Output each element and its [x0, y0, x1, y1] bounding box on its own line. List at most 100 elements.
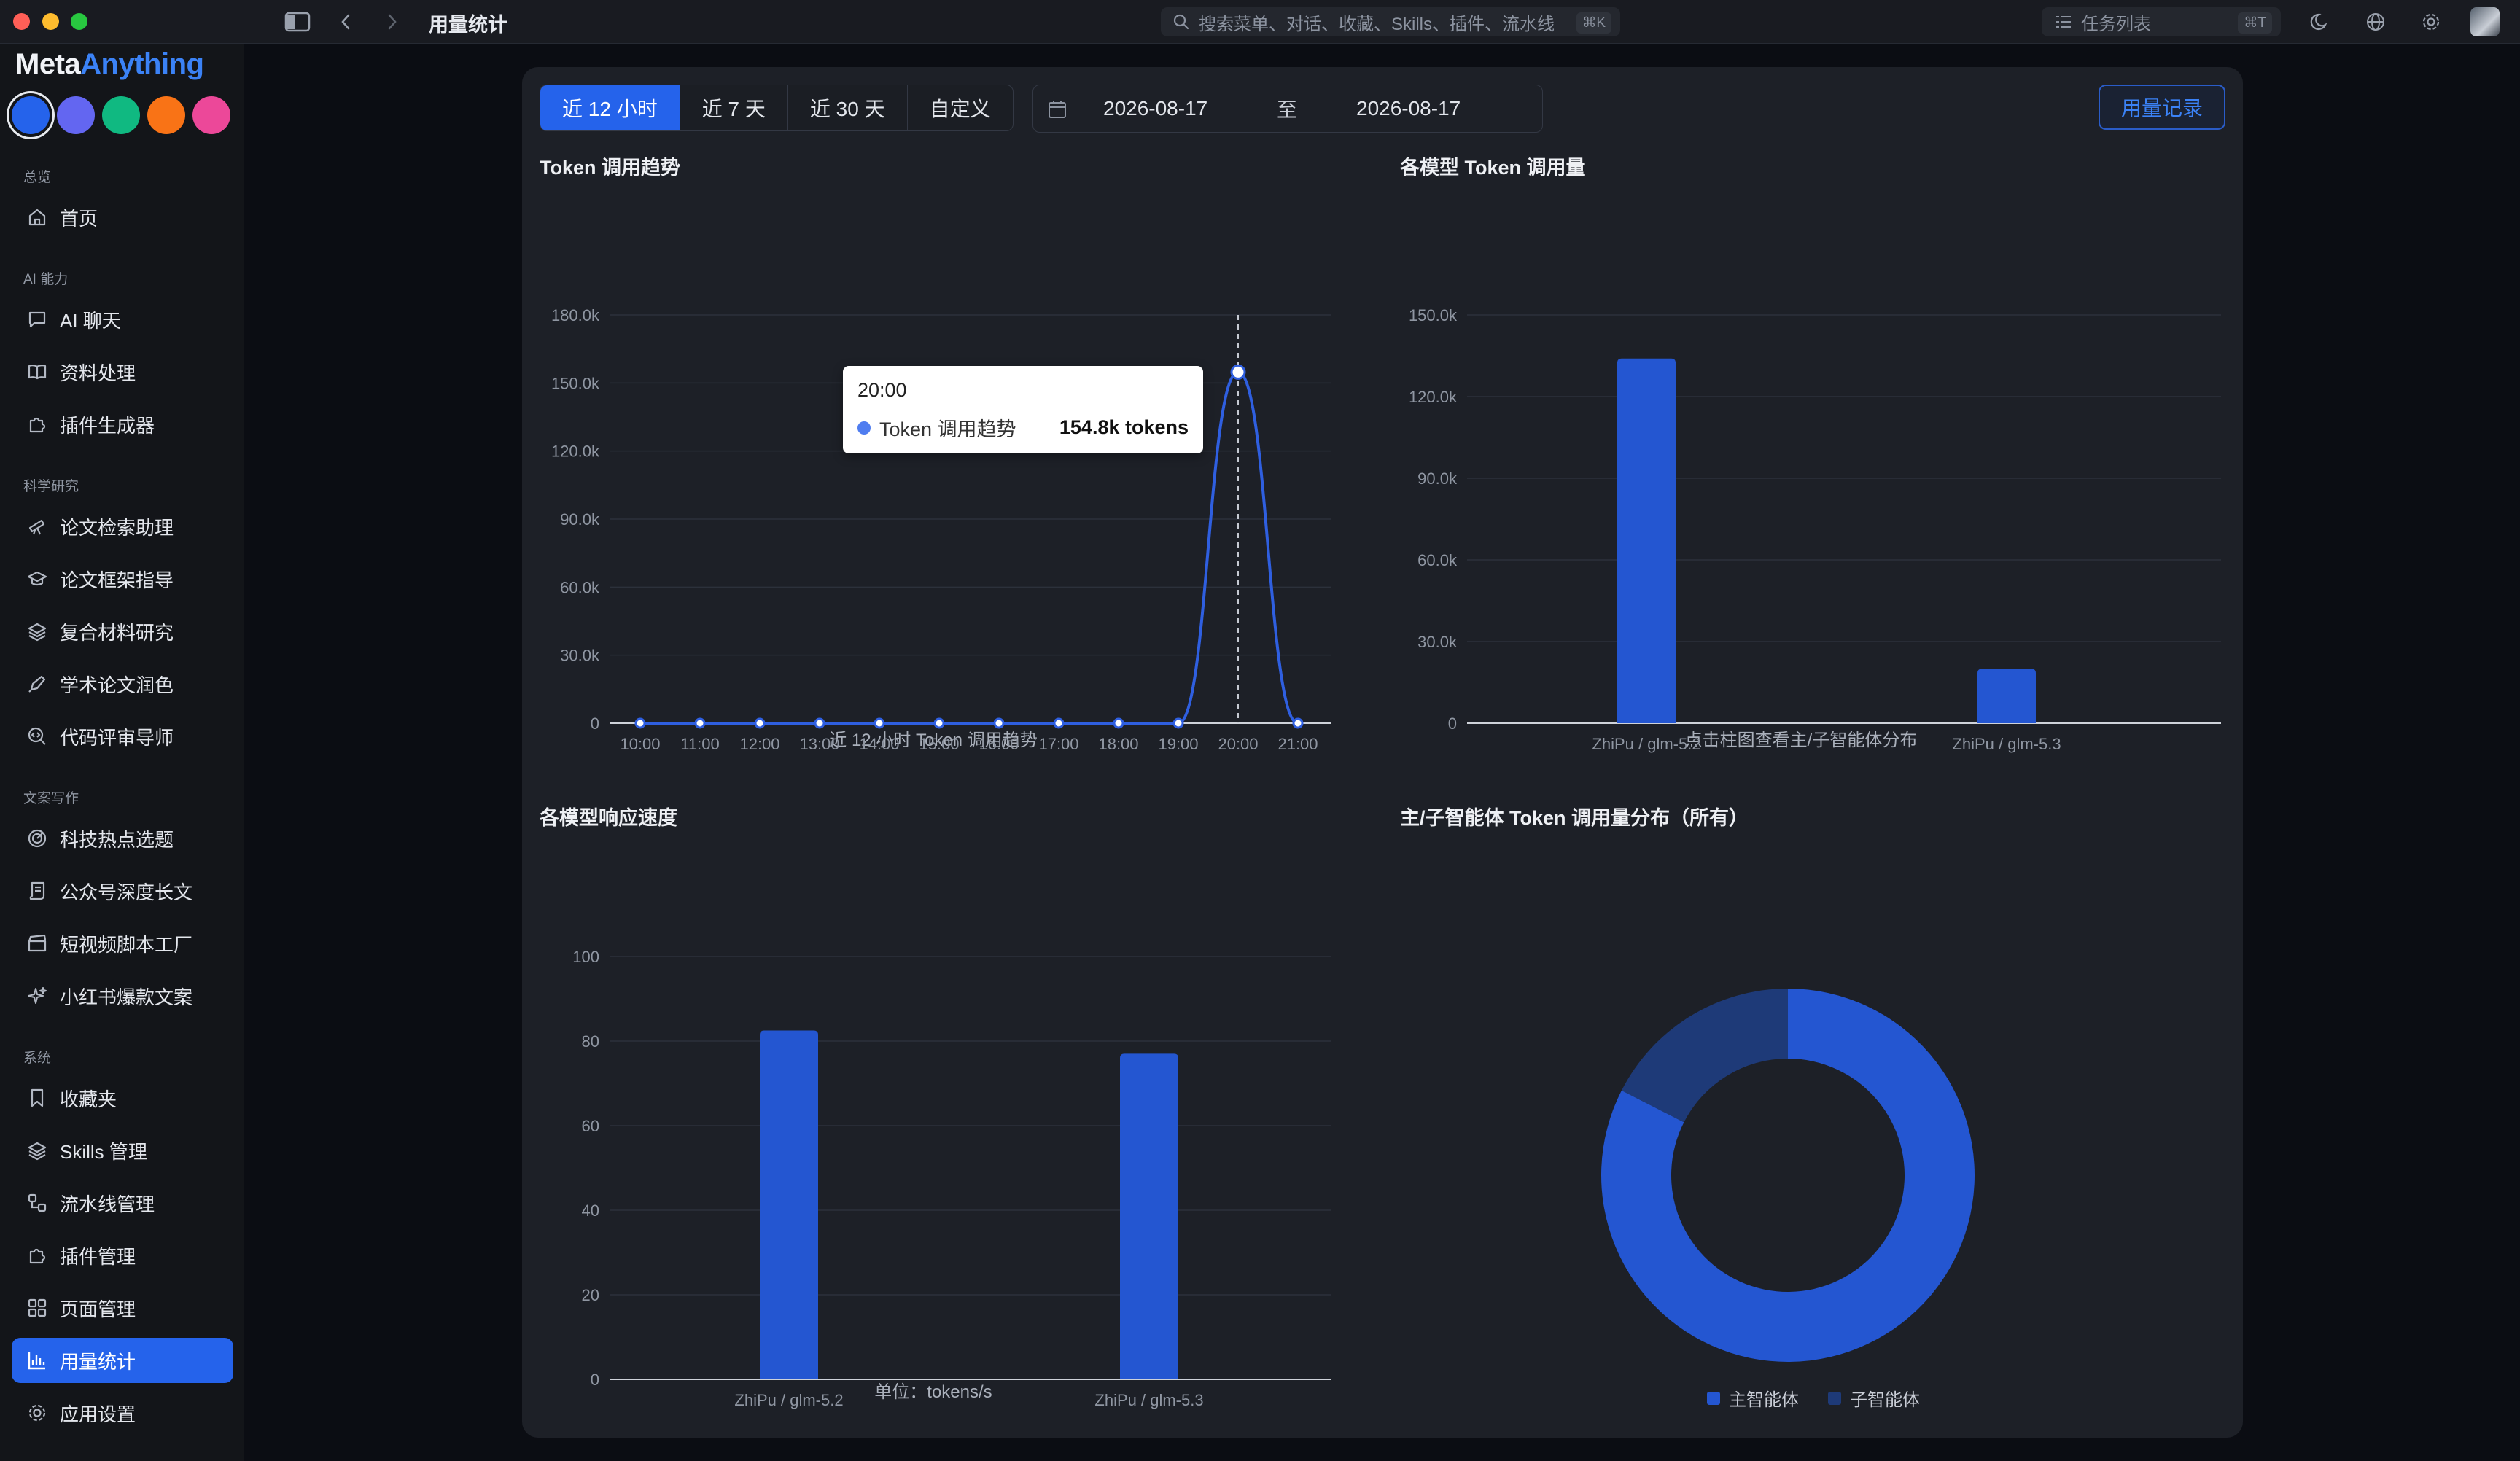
language-globe-icon[interactable] [2361, 7, 2390, 36]
sidebar-item-video-script[interactable]: 短视频脚本工厂 [12, 921, 233, 966]
y-tick-label: 60 [582, 1117, 599, 1135]
task-list-shortcut: ⌘T [2238, 12, 2272, 34]
close-window-button[interactable] [13, 13, 30, 30]
data-point [993, 717, 1005, 729]
dark-mode-icon[interactable] [2306, 7, 2335, 36]
date-from[interactable]: 2026-08-17 [1103, 97, 1208, 120]
x-tick-label: 11:00 [680, 735, 719, 753]
sidebar-item-paper-search[interactable]: 论文检索助理 [12, 504, 233, 549]
range-30d-button[interactable]: 近 30 天 [788, 85, 908, 130]
legend-item-sub-agent[interactable]: 子智能体 [1828, 1385, 1920, 1411]
model-speed-title: 各模型响应速度 [540, 807, 677, 829]
sidebar-item-composite-materials[interactable]: 复合材料研究 [12, 609, 233, 654]
usage-records-button[interactable]: 用量记录 [2099, 85, 2225, 130]
sidebar-item-favorites[interactable]: 收藏夹 [12, 1075, 233, 1121]
theme-swatch-indigo[interactable] [57, 96, 95, 134]
brand-logo: MetaAnything [15, 48, 204, 80]
bar [1978, 669, 2036, 723]
theme-color-picker [12, 96, 230, 134]
sidebar-item-usage-stats[interactable]: 用量统计 [12, 1338, 233, 1383]
theme-swatch-orange[interactable] [147, 96, 185, 134]
y-tick-label: 0 [591, 714, 599, 733]
data-point [1053, 717, 1065, 729]
sidebar-item-tech-topics[interactable]: 科技热点选题 [12, 816, 233, 861]
date-range-picker[interactable]: 2026-08-17 至 2026-08-17 [1032, 85, 1543, 133]
gear-icon [25, 1400, 50, 1425]
task-list-button[interactable]: 任务列表 ⌘T [2042, 7, 2281, 36]
sidebar-item-docs[interactable]: 资料处理 [12, 349, 233, 394]
x-tick-label: 18:00 [1098, 735, 1138, 753]
title-bar: 用量统计 搜索菜单、对话、收藏、Skills、插件、流水线 ⌘K 任务列表 ⌘T [0, 0, 2520, 44]
model-speed-chart[interactable]: 0 20 40 60 80 100 ZhiPu / glm-5.2 ZhiPu / glm-5… [522, 891, 1331, 1416]
sidebar-section-ai: AI 能力 [23, 272, 69, 287]
sidebar-item-paper-framework[interactable]: 论文框架指导 [12, 556, 233, 601]
tooltip-value: 154.8k tokens [1059, 416, 1189, 438]
grid-icon [25, 1296, 50, 1320]
y-tick-label: 90.0k [1418, 470, 1458, 488]
data-point [933, 717, 945, 729]
data-point [1172, 717, 1184, 729]
model-token-title: 各模型 Token 调用量 [1400, 157, 1586, 179]
scroll-icon [25, 878, 50, 903]
pen-icon [25, 671, 50, 696]
tooltip-time: 20:00 [858, 379, 907, 401]
sidebar-item-pipelines[interactable]: 流水线管理 [12, 1180, 233, 1226]
puzzle-icon [25, 412, 50, 437]
theme-swatch-green[interactable] [102, 96, 140, 134]
x-tick-label: ZhiPu / glm-5.2 [1592, 735, 1700, 753]
data-point [634, 717, 646, 729]
range-7d-button[interactable]: 近 7 天 [680, 85, 788, 130]
minimize-window-button[interactable] [42, 13, 59, 30]
agent-distribution-chart[interactable] [1382, 891, 2221, 1401]
sidebar-section-system: 系统 [23, 1051, 52, 1066]
sidebar-item-pages[interactable]: 页面管理 [12, 1285, 233, 1331]
y-tick-label: 120.0k [1409, 388, 1458, 406]
bar-chart-icon [25, 1348, 50, 1373]
theme-swatch-pink[interactable] [192, 96, 230, 134]
y-tick-label: 60.0k [1418, 551, 1458, 569]
forward-icon[interactable] [381, 7, 404, 36]
token-trend-title: Token 调用趋势 [540, 157, 681, 179]
zoom-window-button[interactable] [71, 13, 88, 30]
sidebar: MetaAnything 总览 首页 AI 能力 AI 聊天 资料处理 插件生成… [0, 44, 244, 1461]
sidebar-item-ai-chat[interactable]: AI 聊天 [12, 297, 233, 342]
data-point [1230, 364, 1246, 380]
chat-icon [25, 307, 50, 332]
theme-swatch-blue[interactable] [12, 96, 50, 134]
global-search-input[interactable]: 搜索菜单、对话、收藏、Skills、插件、流水线 ⌘K [1161, 7, 1620, 36]
sidebar-item-paper-polish[interactable]: 学术论文润色 [12, 661, 233, 706]
sidebar-item-skills[interactable]: Skills 管理 [12, 1128, 233, 1173]
back-icon[interactable] [334, 7, 357, 36]
sidebar-toggle-icon[interactable] [281, 7, 314, 36]
y-tick-label: 30.0k [560, 647, 600, 665]
sidebar-section-copywriting: 文案写作 [23, 791, 79, 806]
user-avatar[interactable] [2469, 7, 2501, 36]
sidebar-item-plugin-generator[interactable]: 插件生成器 [12, 402, 233, 447]
sidebar-item-code-review[interactable]: 代码评审导师 [12, 714, 233, 759]
data-point [814, 717, 825, 729]
y-tick-label: 80 [582, 1032, 599, 1051]
code-search-icon [25, 724, 50, 749]
settings-gear-icon[interactable] [2416, 7, 2446, 36]
model-token-chart[interactable]: 0 30.0k 60.0k 90.0k 120.0k 150.0k ZhiPu / glm-… [1382, 242, 2221, 767]
sparkles-icon [25, 983, 50, 1008]
range-12h-button[interactable]: 近 12 小时 [540, 85, 680, 130]
range-custom-button[interactable]: 自定义 [908, 85, 1013, 130]
data-point [694, 717, 706, 729]
y-tick-label: 90.0k [560, 510, 600, 529]
date-to[interactable]: 2026-08-17 [1356, 97, 1461, 120]
legend-item-main-agent[interactable]: 主智能体 [1707, 1385, 1799, 1411]
sidebar-item-xiaohongshu[interactable]: 小红书爆款文案 [12, 973, 233, 1018]
search-placeholder: 搜索菜单、对话、收藏、Skills、插件、流水线 [1199, 14, 1555, 34]
x-tick-label: 12:00 [739, 735, 779, 753]
sidebar-item-settings[interactable]: 应用设置 [12, 1390, 233, 1435]
usage-panel: 近 12 小时 近 7 天 近 30 天 自定义 2026-08-17 至 20… [522, 67, 2243, 1438]
y-tick-label: 0 [591, 1371, 599, 1389]
sidebar-item-home[interactable]: 首页 [12, 195, 233, 240]
sidebar-item-plugins[interactable]: 插件管理 [12, 1233, 233, 1278]
legend-swatch [1828, 1391, 1841, 1405]
data-point [754, 717, 766, 729]
task-list-label: 任务列表 [2081, 14, 2151, 34]
token-trend-chart[interactable]: 0 30.0k 60.0k 90.0k 120.0k 150.0k 180.0k 10:00 1… [522, 242, 1331, 767]
sidebar-item-wechat-article[interactable]: 公众号深度长文 [12, 868, 233, 913]
